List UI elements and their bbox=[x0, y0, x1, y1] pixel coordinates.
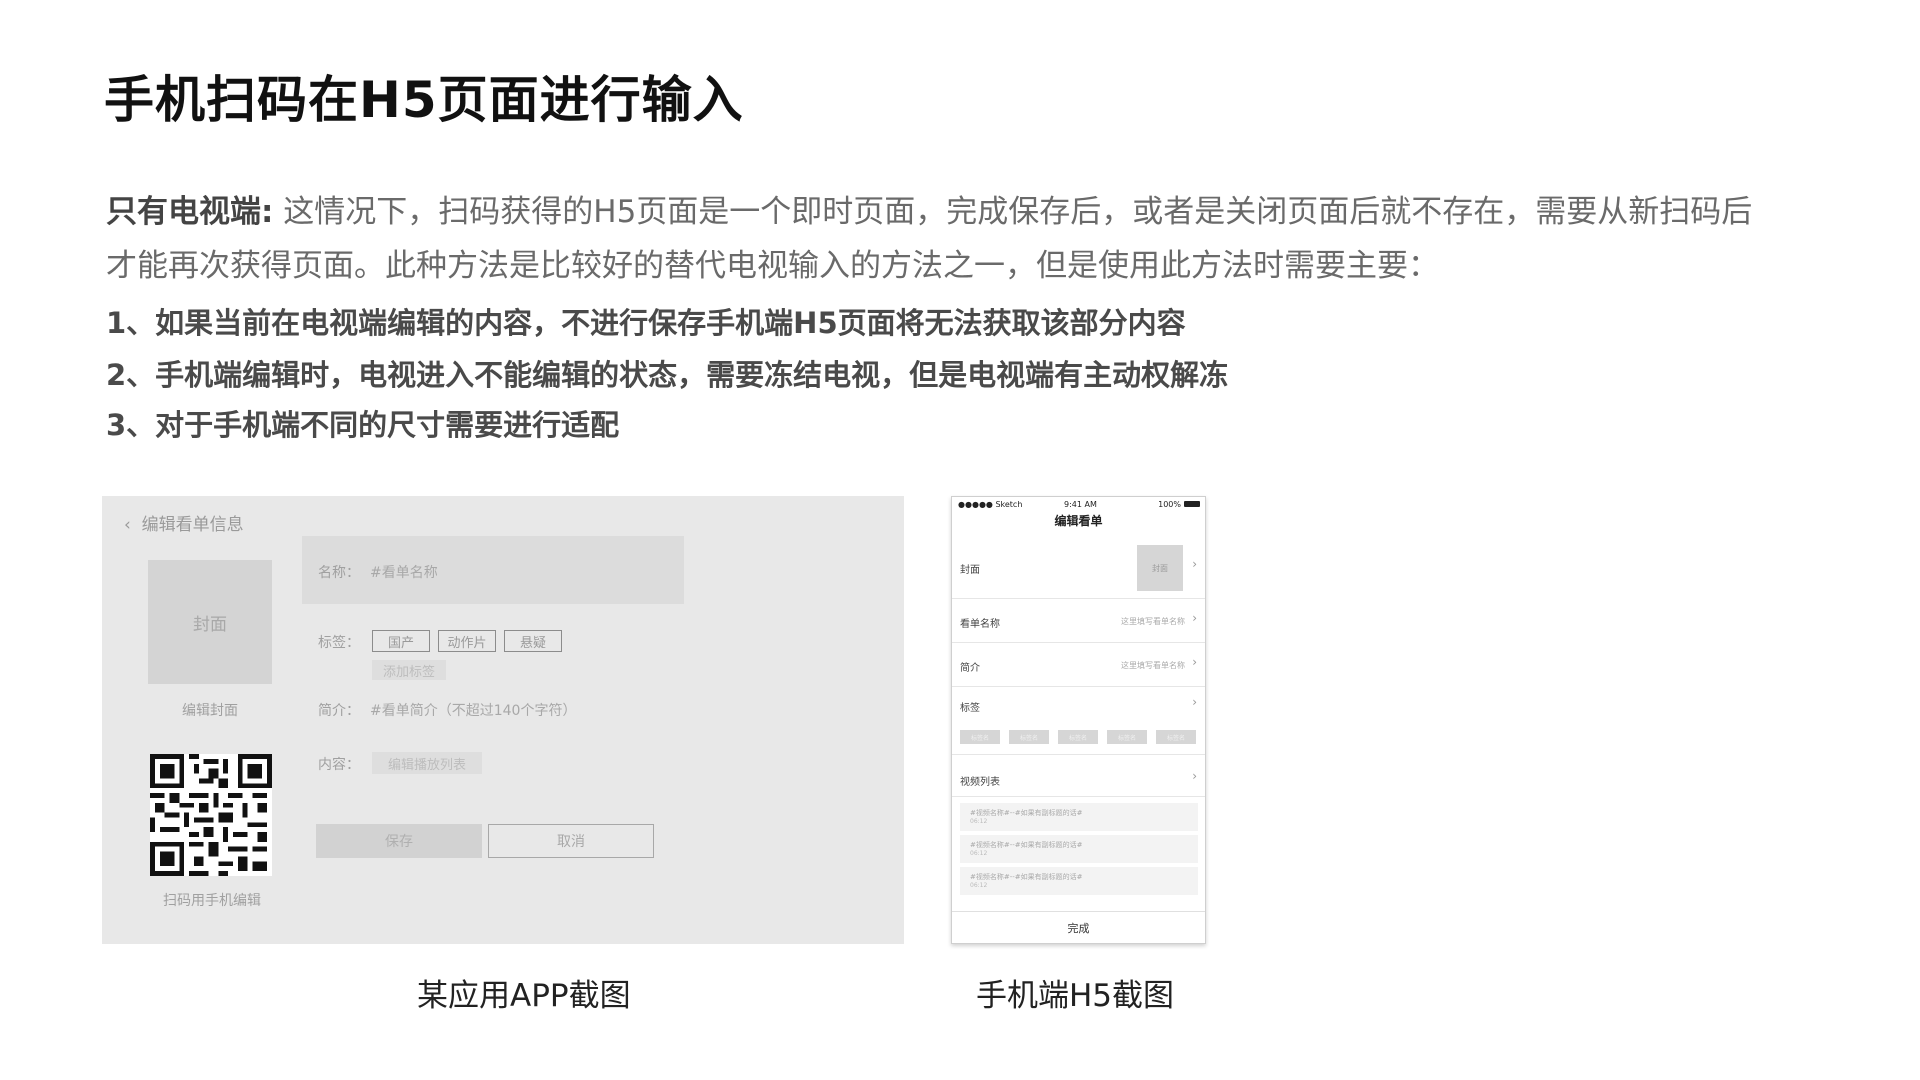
chevron-right-icon: › bbox=[1192, 769, 1197, 783]
name-value[interactable]: #看单名称 bbox=[370, 562, 438, 582]
intro-label: 简介： bbox=[318, 703, 360, 719]
intro-row[interactable]: 简介 这里填写看单名称 › bbox=[952, 643, 1205, 687]
chevron-right-icon: › bbox=[1192, 695, 1197, 709]
app-cover-placeholder[interactable]: 封面 bbox=[148, 560, 272, 684]
chevron-left-icon[interactable]: ‹ bbox=[124, 515, 131, 535]
qr-label: 扫码用手机编辑 bbox=[163, 893, 261, 909]
app-screenshot: ‹ 编辑看单信息 封面 编辑封面 扫码用手机编辑 名称： #看单名称 标签： 国… bbox=[102, 496, 904, 944]
qr-code bbox=[150, 754, 272, 876]
name-row-label: 看单名称 bbox=[960, 619, 1000, 630]
intro-placeholder[interactable]: 这里填写看单名称 bbox=[1121, 660, 1185, 671]
tag-chip[interactable]: 国产 bbox=[372, 630, 430, 652]
chevron-right-icon: › bbox=[1192, 611, 1197, 625]
chevron-right-icon: › bbox=[1192, 655, 1197, 669]
name-label: 名称： bbox=[318, 565, 360, 581]
status-time: 9:41 AM bbox=[1064, 500, 1097, 509]
cover-row-label: 封面 bbox=[960, 565, 980, 576]
add-tag-button[interactable]: 添加标签 bbox=[372, 660, 446, 680]
app-header: ‹ 编辑看单信息 bbox=[124, 510, 244, 535]
chevron-right-icon: › bbox=[1192, 557, 1197, 571]
name-placeholder[interactable]: 这里填写看单名称 bbox=[1121, 616, 1185, 627]
tag-chip[interactable]: 标签名 bbox=[1107, 730, 1147, 744]
tag-chip[interactable]: 标签名 bbox=[1058, 730, 1098, 744]
tags-row-label: 标签 bbox=[960, 703, 980, 714]
video-duration: 06:12 bbox=[970, 818, 988, 825]
page-title: 手机扫码在H5页面进行输入 bbox=[104, 71, 744, 129]
tag-chip[interactable]: 标签名 bbox=[960, 730, 1000, 744]
intro-paragraph: 只有电视端: 这情况下，扫码获得的H5页面是一个即时页面，完成保存后，或者是关闭… bbox=[106, 185, 1846, 293]
tag-chip[interactable]: 悬疑 bbox=[504, 630, 562, 652]
content-label: 内容： bbox=[318, 757, 360, 773]
tag-chip[interactable]: 标签名 bbox=[1009, 730, 1049, 744]
video-item[interactable]: #视频名称#--#如果有副标题的话# 06:12 bbox=[960, 867, 1198, 895]
cancel-button[interactable]: 取消 bbox=[488, 824, 654, 858]
video-item[interactable]: #视频名称#--#如果有副标题的话# 06:12 bbox=[960, 835, 1198, 863]
done-button[interactable]: 完成 bbox=[952, 911, 1205, 943]
tag-chip[interactable]: 动作片 bbox=[438, 630, 496, 652]
video-title: #视频名称#--#如果有副标题的话# bbox=[970, 873, 1083, 881]
video-duration: 06:12 bbox=[970, 882, 988, 889]
battery-icon bbox=[1184, 501, 1200, 507]
tags-row[interactable]: 标签 › bbox=[952, 687, 1205, 755]
intro-row-label: 简介 bbox=[960, 663, 980, 674]
phone-title: 编辑看单 bbox=[1054, 514, 1103, 528]
point-3: 3、对于手机端不同的尺寸需要进行适配 bbox=[106, 408, 620, 442]
cover-thumb[interactable]: 封面 bbox=[1137, 545, 1183, 591]
app-header-title: 编辑看单信息 bbox=[141, 515, 244, 535]
video-duration: 06:12 bbox=[970, 850, 988, 857]
caption-left: 某应用APP截图 bbox=[417, 978, 631, 1014]
phone-screenshot: ●●●●● Sketch 9:41 AM 100% 编辑看单 封面 › 封面 看… bbox=[951, 496, 1206, 944]
video-title: #视频名称#--#如果有副标题的话# bbox=[970, 809, 1083, 817]
intro-line-1: 这情况下，扫码获得的H5页面是一个即时页面，完成保存后，或者是关闭页面后就不存在… bbox=[273, 194, 1753, 230]
caption-right: 手机端H5截图 bbox=[976, 978, 1175, 1014]
status-battery: 100% bbox=[1158, 500, 1181, 509]
name-row[interactable]: 看单名称 这里填写看单名称 › bbox=[952, 599, 1205, 643]
tag-chip[interactable]: 标签名 bbox=[1156, 730, 1196, 744]
point-1: 1、如果当前在电视端编辑的内容，不进行保存手机端H5页面将无法获取该部分内容 bbox=[106, 306, 1186, 340]
video-list-label: 视频列表 bbox=[960, 777, 1000, 788]
edit-playlist-button[interactable]: 编辑播放列表 bbox=[372, 752, 482, 774]
video-list-row[interactable]: 视频列表 › bbox=[952, 763, 1205, 797]
video-title: #视频名称#--#如果有副标题的话# bbox=[970, 841, 1083, 849]
tags-label: 标签： bbox=[318, 635, 360, 651]
qr-code-graphic bbox=[150, 754, 272, 876]
intro-bold-label: 只有电视端: bbox=[106, 194, 274, 230]
intro-line-2: 才能再次获得页面。此种方法是比较好的替代电视输入的方法之一，但是使用此方法时需要… bbox=[106, 248, 1439, 284]
intro-value[interactable]: #看单简介（不超过140个字符） bbox=[370, 700, 576, 720]
video-item[interactable]: #视频名称#--#如果有副标题的话# 06:12 bbox=[960, 803, 1198, 831]
point-2: 2、手机端编辑时，电视进入不能编辑的状态，需要冻结电视，但是电视端有主动权解冻 bbox=[106, 358, 1229, 392]
save-button[interactable]: 保存 bbox=[316, 824, 482, 858]
status-carrier: ●●●●● Sketch bbox=[958, 500, 1023, 509]
edit-cover-label[interactable]: 编辑封面 bbox=[148, 700, 272, 720]
status-bar: ●●●●● Sketch 9:41 AM 100% bbox=[952, 497, 1205, 511]
